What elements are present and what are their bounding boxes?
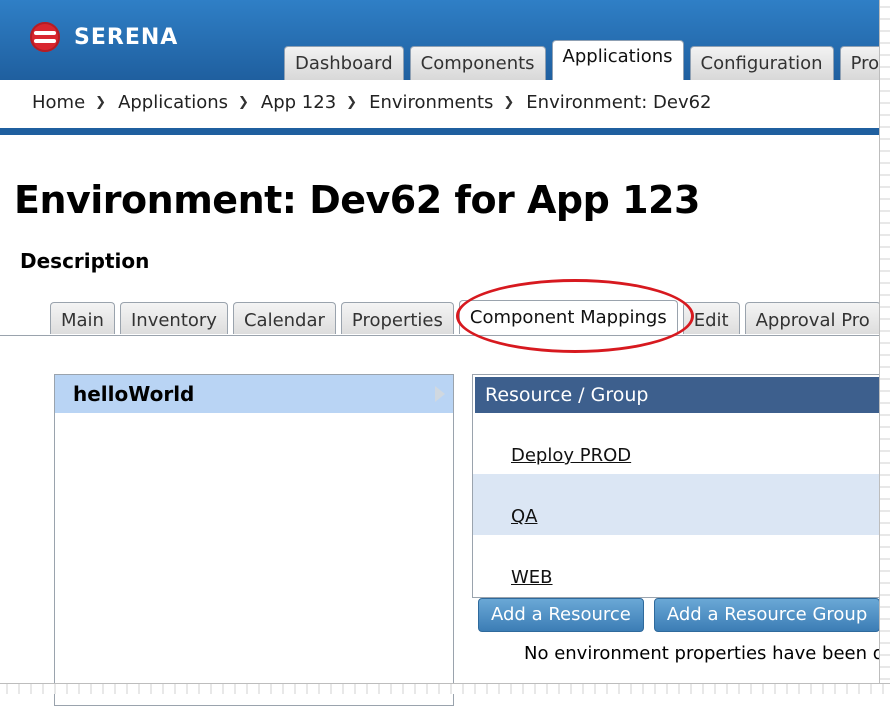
component-name: helloWorld bbox=[73, 382, 195, 406]
tab-component-mappings[interactable]: Component Mappings bbox=[458, 300, 678, 334]
description-label: Description bbox=[20, 249, 150, 273]
tab-approval-process[interactable]: Approval Pro bbox=[744, 302, 881, 334]
resource-actions: Add a Resource Add a Resource Group bbox=[478, 598, 890, 632]
table-row: QA bbox=[473, 474, 890, 535]
tab-components[interactable]: Components bbox=[409, 46, 546, 80]
tab-properties[interactable]: Properties bbox=[340, 302, 454, 334]
breadcrumb-home[interactable]: Home bbox=[32, 92, 85, 113]
resource-link-web[interactable]: WEB bbox=[511, 567, 553, 588]
empty-properties-message: No environment properties have been d bbox=[524, 643, 885, 664]
tab-edit[interactable]: Edit bbox=[682, 302, 740, 334]
resource-link-qa[interactable]: QA bbox=[511, 506, 537, 527]
resources-panel-header: Resource / Group bbox=[475, 377, 889, 413]
resource-link-deploy-prod[interactable]: Deploy PROD bbox=[511, 445, 631, 466]
brand-logo[interactable]: SERENA bbox=[30, 22, 178, 52]
tab-main[interactable]: Main bbox=[50, 302, 115, 334]
breadcrumb-current-environment: Environment: Dev62 bbox=[526, 92, 712, 113]
breadcrumb-app[interactable]: App 123 bbox=[261, 92, 336, 113]
tab-inventory[interactable]: Inventory bbox=[119, 302, 228, 334]
tab-calendar[interactable]: Calendar bbox=[232, 302, 336, 334]
page-title: Environment: Dev62 for App 123 bbox=[14, 178, 700, 222]
breadcrumb: Home ❯ Applications ❯ App 123 ❯ Environm… bbox=[32, 92, 712, 113]
tab-dashboard[interactable]: Dashboard bbox=[284, 46, 404, 80]
sub-tabs-divider bbox=[0, 335, 890, 336]
tab-applications[interactable]: Applications bbox=[551, 40, 684, 80]
add-resource-button[interactable]: Add a Resource bbox=[478, 598, 644, 632]
breadcrumb-bar: Home ❯ Applications ❯ App 123 ❯ Environm… bbox=[0, 80, 890, 135]
chevron-right-icon: ❯ bbox=[95, 95, 107, 110]
serena-logo-icon bbox=[30, 22, 60, 52]
breadcrumb-applications[interactable]: Applications bbox=[118, 92, 228, 113]
add-resource-group-button[interactable]: Add a Resource Group bbox=[653, 598, 881, 632]
table-row: Deploy PROD bbox=[473, 413, 890, 474]
chevron-right-icon: ❯ bbox=[346, 95, 358, 110]
component-list: helloWorld bbox=[54, 374, 454, 706]
tab-configuration[interactable]: Configuration bbox=[689, 46, 834, 80]
chevron-right-icon: ❯ bbox=[238, 95, 249, 110]
breadcrumb-environments[interactable]: Environments bbox=[369, 92, 493, 113]
torn-edge-bottom bbox=[0, 683, 890, 694]
expand-arrow-icon bbox=[435, 386, 445, 402]
torn-edge-right bbox=[879, 0, 890, 694]
list-item-helloworld[interactable]: helloWorld bbox=[55, 375, 453, 413]
main-nav-tabs: Dashboard Components Applications Config… bbox=[284, 40, 890, 80]
table-row: WEB bbox=[473, 535, 890, 596]
brand-name: SERENA bbox=[74, 24, 179, 50]
environment-tabs: Main Inventory Calendar Properties Compo… bbox=[50, 300, 886, 334]
resources-panel: Resource / Group Deploy PROD QA WEB bbox=[472, 374, 890, 598]
top-header: SERENA Dashboard Components Applications… bbox=[0, 0, 890, 80]
chevron-right-icon: ❯ bbox=[503, 95, 515, 110]
